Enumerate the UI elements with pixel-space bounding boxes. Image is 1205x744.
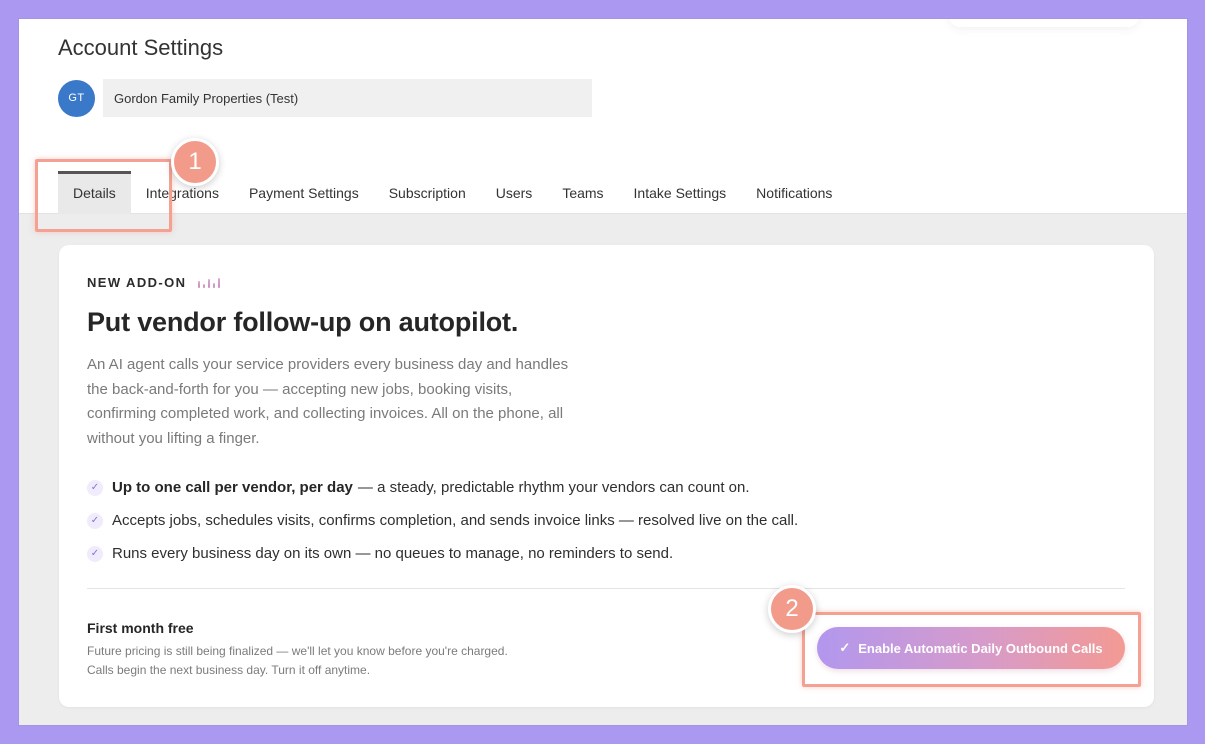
step-marker-1: 1 bbox=[171, 138, 219, 186]
pricing-note: Future pricing is still being finalized … bbox=[87, 644, 508, 658]
checkmark-icon: ✓ bbox=[87, 545, 103, 562]
divider bbox=[87, 588, 1125, 589]
addon-headline: Put vendor follow-up on autopilot. bbox=[87, 307, 519, 337]
signal-bars-icon bbox=[198, 277, 221, 288]
tab-users[interactable]: Users bbox=[481, 171, 548, 214]
avatar[interactable]: GT bbox=[58, 79, 95, 117]
feature-text: — a steady, predictable rhythm your vend… bbox=[357, 479, 750, 496]
feature-text: Accepts jobs, schedules visits, confirms… bbox=[112, 512, 799, 529]
page-title: Account Settings bbox=[58, 35, 224, 60]
feature-highlight: Up to one call per vendor, per day bbox=[112, 479, 353, 496]
offer-title: First month free bbox=[87, 620, 194, 636]
eyebrow-label: NEW ADD-ON bbox=[87, 275, 187, 290]
addon-description: An AI agent calls your service providers… bbox=[87, 356, 569, 447]
checkmark-icon: ✓ bbox=[87, 479, 103, 496]
addon-eyebrow: NEW ADD-ON bbox=[87, 275, 221, 290]
feature-text: Runs every business day on its own — no … bbox=[112, 545, 674, 562]
list-item: ✓ Up to one call per vendor, per day — a… bbox=[87, 471, 798, 504]
tab-notifications[interactable]: Notifications bbox=[741, 171, 847, 214]
tab-payment-settings[interactable]: Payment Settings bbox=[234, 171, 374, 214]
checkmark-icon: ✓ bbox=[87, 512, 103, 529]
highlight-box-details-tab bbox=[35, 159, 172, 232]
tab-intake-settings[interactable]: Intake Settings bbox=[619, 171, 742, 214]
top-decoration bbox=[949, 19, 1139, 27]
account-row: GT Gordon Family Properties (Test) bbox=[58, 79, 592, 117]
feature-list: ✓ Up to one call per vendor, per day — a… bbox=[87, 471, 798, 570]
schedule-note: Calls begin the next business day. Turn … bbox=[87, 663, 371, 677]
list-item: ✓ Runs every business day on its own — n… bbox=[87, 537, 798, 570]
account-selector[interactable]: Gordon Family Properties (Test) bbox=[103, 79, 592, 117]
step-marker-2: 2 bbox=[768, 585, 816, 633]
list-item: ✓ Accepts jobs, schedules visits, confir… bbox=[87, 504, 798, 537]
tab-subscription[interactable]: Subscription bbox=[374, 171, 481, 214]
highlight-box-enable-button bbox=[802, 612, 1141, 687]
tab-teams[interactable]: Teams bbox=[547, 171, 618, 214]
offer-note: Future pricing is still being finalized … bbox=[87, 642, 508, 680]
